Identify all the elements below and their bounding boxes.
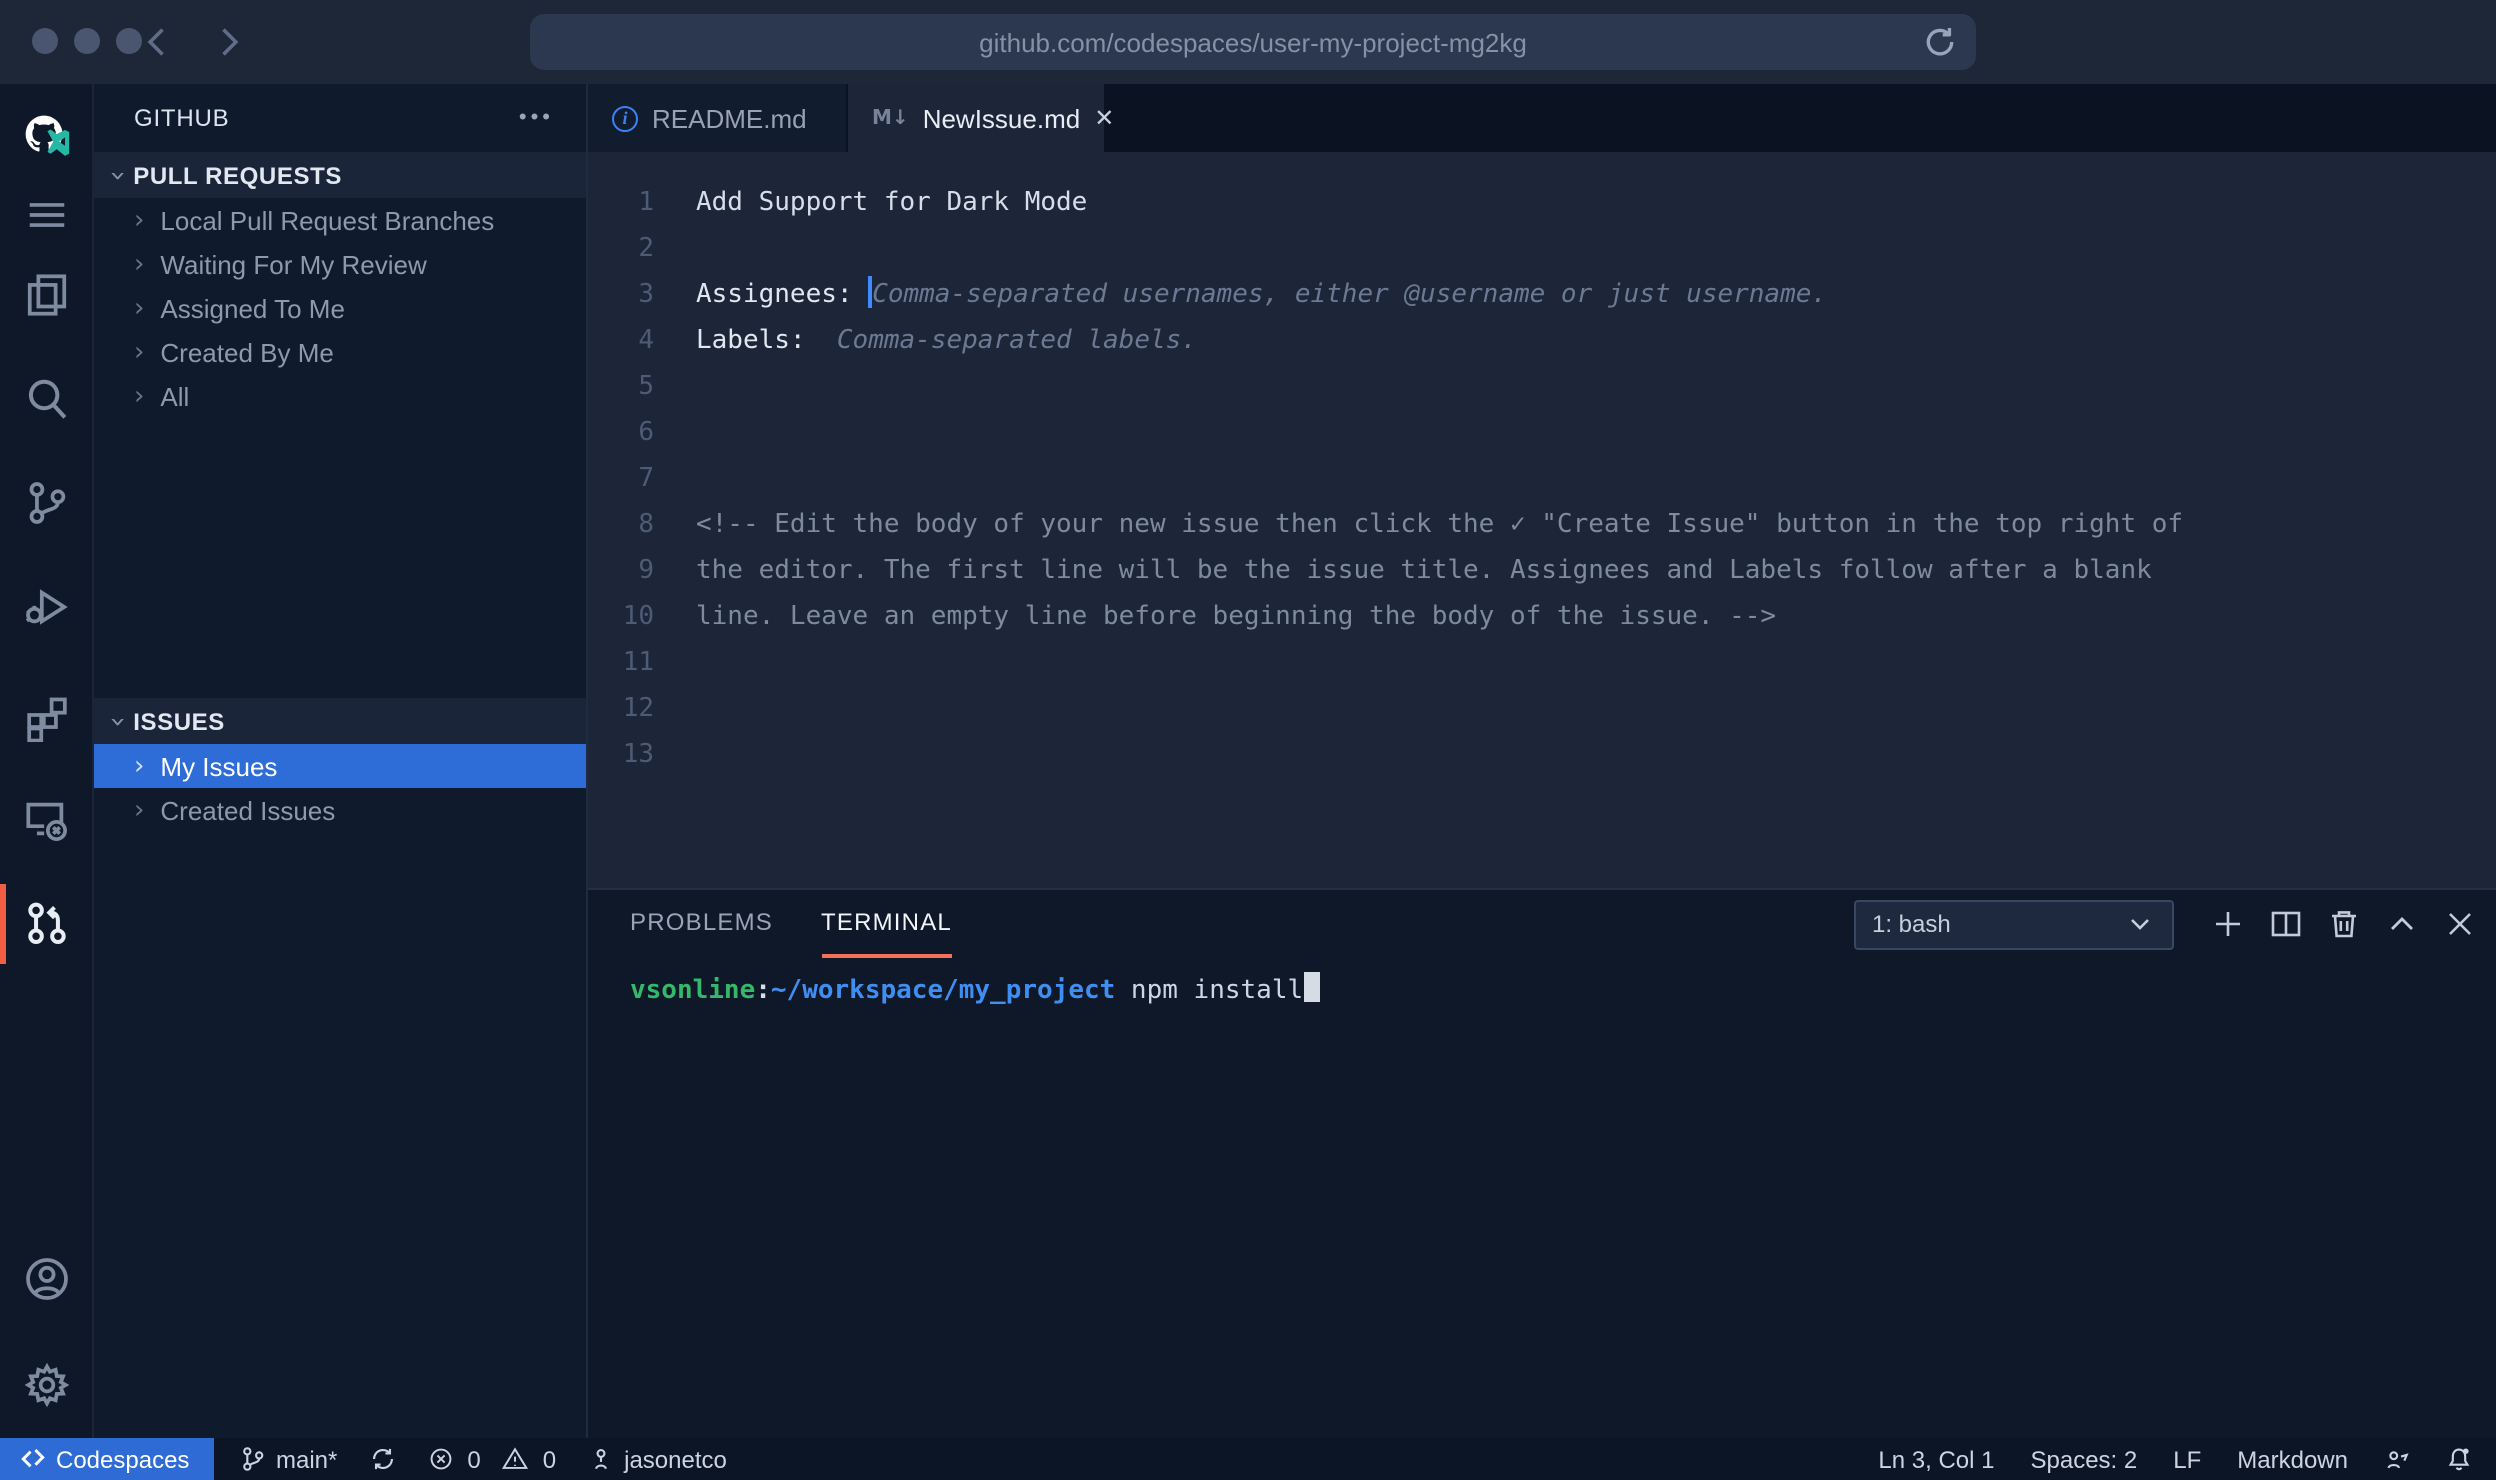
live-share-user[interactable]: jasonetco	[588, 1445, 727, 1473]
close-window-button[interactable]	[32, 28, 58, 54]
line-number: 3	[588, 272, 692, 318]
split-terminal-icon[interactable]	[2270, 908, 2302, 940]
github-sidebar: GITHUB ••• › PULL REQUESTS › Local Pull …	[94, 84, 588, 1438]
tree-item-my-issues[interactable]: › My Issues	[94, 744, 586, 788]
chevron-right-icon: ›	[134, 797, 144, 823]
browser-back-button[interactable]	[140, 24, 176, 60]
line-number: 1	[588, 180, 692, 226]
tree-item-waiting-for-my-review[interactable]: › Waiting For My Review	[94, 242, 586, 286]
eol-indicator[interactable]: LF	[2173, 1445, 2201, 1473]
chevron-right-icon: ›	[134, 251, 144, 277]
chevron-right-icon: ›	[134, 339, 144, 365]
tab-readme[interactable]: i README.md	[588, 84, 848, 152]
editor-line: Add Support for Dark Mode	[692, 180, 1087, 226]
line-number: 7	[588, 456, 692, 502]
url-text: github.com/codespaces/user-my-project-mg…	[979, 27, 1527, 57]
line-number: 8	[588, 502, 692, 548]
problems-indicator[interactable]: 0 0	[427, 1445, 556, 1473]
terminal-shell-select[interactable]: 1: bash	[1854, 899, 2174, 949]
chevron-down-icon: ›	[104, 169, 132, 180]
tree-item-local-pull-request-branches[interactable]: › Local Pull Request Branches	[94, 198, 586, 242]
settings-gear-icon[interactable]	[0, 1358, 94, 1410]
branch-indicator[interactable]: main*	[240, 1445, 337, 1473]
tree-item-created-by-me[interactable]: › Created By Me	[94, 330, 586, 374]
close-panel-icon[interactable]	[2444, 908, 2476, 940]
minimize-window-button[interactable]	[74, 28, 100, 54]
line-number: 4	[588, 318, 692, 364]
explorer-icon[interactable]	[0, 268, 94, 320]
remote-explorer-icon[interactable]	[0, 792, 94, 844]
github-codespaces-logo-icon	[0, 100, 94, 172]
info-icon: i	[612, 105, 638, 131]
sidebar-spacer	[94, 418, 586, 698]
activity-bar	[0, 84, 94, 1438]
editor-line: Assignees: Comma-separated usernames, ei…	[692, 272, 1827, 318]
close-tab-icon[interactable]: ✕	[1094, 104, 1114, 132]
editor-line: the editor. The first line will be the i…	[692, 548, 2152, 594]
chevron-down-icon	[2124, 908, 2156, 940]
line-number: 12	[588, 686, 692, 732]
tab-newissue[interactable]: M↓ NewIssue.md ✕	[848, 84, 1104, 152]
maximize-window-button[interactable]	[116, 28, 142, 54]
tree-item-all[interactable]: › All	[94, 374, 586, 418]
run-debug-icon[interactable]	[0, 580, 94, 632]
line-number: 11	[588, 640, 692, 686]
indentation-indicator[interactable]: Spaces: 2	[2031, 1445, 2138, 1473]
search-icon[interactable]	[0, 372, 94, 424]
editor-line: Labels: Comma-separated labels.	[692, 318, 1197, 364]
reload-icon[interactable]	[1922, 24, 1958, 60]
browser-forward-button[interactable]	[210, 24, 246, 60]
sync-changes-button[interactable]	[369, 1446, 395, 1472]
chevron-down-icon: ›	[104, 715, 132, 726]
line-number: 9	[588, 548, 692, 594]
editor-line: line. Leave an empty line before beginni…	[692, 594, 1776, 640]
codespaces-remote-button[interactable]: Codespaces	[0, 1438, 214, 1480]
traffic-lights	[32, 28, 142, 54]
line-number: 13	[588, 732, 692, 778]
sidebar-header: GITHUB •••	[94, 84, 586, 152]
sidebar-title: GITHUB	[134, 104, 229, 132]
chevron-right-icon: ›	[134, 753, 144, 779]
browser-titlebar: github.com/codespaces/user-my-project-mg…	[0, 0, 2496, 84]
markdown-file-icon: M↓	[872, 107, 909, 129]
tree-item-created-issues[interactable]: › Created Issues	[94, 788, 586, 832]
line-number: 6	[588, 410, 692, 456]
cursor-position-indicator[interactable]: Ln 3, Col 1	[1878, 1445, 1994, 1473]
line-number: 5	[588, 364, 692, 410]
chevron-right-icon: ›	[134, 295, 144, 321]
terminal-output[interactable]: vsonline:~/workspace/my_project npm inst…	[588, 958, 2496, 1014]
more-actions-icon[interactable]: •••	[519, 108, 554, 128]
maximize-panel-icon[interactable]	[2386, 908, 2418, 940]
tab-problems[interactable]: PROBLEMS	[630, 890, 773, 958]
address-bar[interactable]: github.com/codespaces/user-my-project-mg…	[530, 14, 1976, 70]
section-pull-requests[interactable]: › PULL REQUESTS	[94, 152, 586, 198]
extensions-icon[interactable]	[0, 692, 94, 744]
notifications-bell-icon[interactable]	[2446, 1446, 2472, 1472]
source-control-icon[interactable]	[0, 476, 94, 528]
panel-header: PROBLEMS TERMINAL 1: bash	[588, 890, 2496, 958]
account-icon[interactable]	[0, 1252, 94, 1304]
editor-line: <!-- Edit the body of your new issue the…	[692, 502, 2183, 548]
status-bar: Codespaces main* 0 0 jasonetco Ln 3, Col	[0, 1438, 2496, 1480]
tab-terminal[interactable]: TERMINAL	[821, 890, 952, 958]
terminal-cursor	[1303, 972, 1319, 1002]
line-number: 10	[588, 594, 692, 640]
language-mode-indicator[interactable]: Markdown	[2237, 1445, 2348, 1473]
github-pull-request-icon[interactable]	[0, 896, 94, 948]
new-terminal-icon[interactable]	[2212, 908, 2244, 940]
section-issues[interactable]: › ISSUES	[94, 698, 586, 744]
line-number: 2	[588, 226, 692, 272]
kill-terminal-trash-icon[interactable]	[2328, 908, 2360, 940]
editor-tab-bar: i README.md M↓ NewIssue.md ✕	[588, 84, 2496, 152]
chevron-right-icon: ›	[134, 207, 144, 233]
codespaces-window: github.com/codespaces/user-my-project-mg…	[0, 0, 2496, 1480]
bottom-panel: PROBLEMS TERMINAL 1: bash	[588, 888, 2496, 1438]
menu-icon[interactable]	[0, 188, 94, 240]
editor-area[interactable]: 1Add Support for Dark Mode 2 3Assignees:…	[588, 152, 2496, 888]
feedback-icon[interactable]	[2384, 1446, 2410, 1472]
tree-item-assigned-to-me[interactable]: › Assigned To Me	[94, 286, 586, 330]
chevron-right-icon: ›	[134, 383, 144, 409]
